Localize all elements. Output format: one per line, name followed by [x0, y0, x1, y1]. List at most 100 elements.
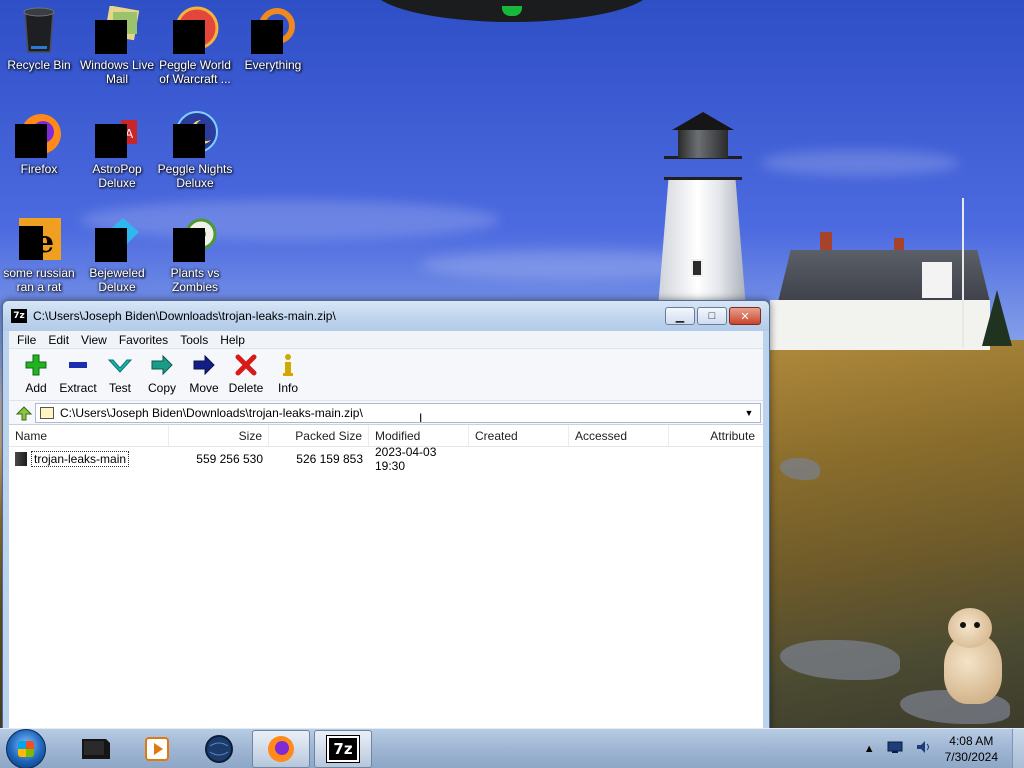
row-modified: 2023-04-03 19:30 [375, 445, 437, 473]
delete-button-label: Delete [228, 381, 264, 395]
up-arrow-icon [15, 405, 32, 420]
network-icon[interactable] [887, 740, 903, 757]
globe-icon [205, 734, 233, 763]
row-packed-size: 526 159 853 [296, 452, 363, 466]
monitor-icon [82, 738, 110, 759]
file-list-header: Name Size Packed Size Modified Created A… [9, 425, 763, 447]
info-button[interactable]: Info [267, 353, 309, 395]
mail-icon [93, 5, 141, 54]
copy-button[interactable]: Copy [141, 353, 183, 395]
desktop-icon-plants-vs-zombies[interactable]: Plants vs Zombies [156, 214, 234, 294]
system-clock[interactable]: 4:08 AM 7/30/2024 [945, 733, 998, 765]
taskbar-app-firefox[interactable] [252, 729, 310, 768]
7zip-icon: 7z [326, 734, 360, 763]
media-player-icon [145, 736, 169, 761]
column-header-name[interactable]: Name [9, 425, 169, 446]
row-name[interactable]: trojan-leaks-main [31, 450, 130, 467]
add-button-label: Add [25, 381, 47, 395]
7zip-window[interactable]: 7z C:\Users\Joseph Biden\Downloads\troja… [2, 300, 770, 732]
menu-view[interactable]: View [75, 333, 113, 347]
peggle-wow-icon [171, 6, 219, 54]
row-size: 559 256 530 [196, 452, 263, 466]
desktop-icon-everything[interactable]: Everything [234, 6, 312, 72]
column-header-modified[interactable]: Modified [369, 425, 469, 446]
volume-icon[interactable] [915, 739, 931, 758]
move-button-label: Move [189, 381, 219, 395]
column-header-packed-size[interactable]: Packed Size [269, 425, 369, 446]
move-button[interactable]: Move [183, 353, 225, 395]
desktop-icon-label: Peggle Nights Deluxe [157, 162, 233, 190]
desktop-icon-label: Everything [244, 58, 302, 72]
peggle-nights-icon [171, 110, 219, 158]
info-button-label: Info [277, 381, 298, 395]
show-desktop-button[interactable] [1012, 728, 1024, 768]
menu-tools[interactable]: Tools [174, 333, 214, 347]
text-cursor-icon: I [419, 411, 423, 425]
up-folder-button[interactable] [11, 402, 35, 424]
desktop-icon-windows-live-mail[interactable]: Windows Live Mail [78, 5, 156, 86]
window-titlebar[interactable]: 7z C:\Users\Joseph Biden\Downloads\troja… [3, 301, 769, 331]
desktop-icon-russian-rat[interactable]: e some russian ran a rat [0, 214, 78, 294]
desktop-icon-label: some russian ran a rat [3, 266, 75, 294]
clock-time: 4:08 AM [949, 733, 994, 748]
copy-arrow-icon [141, 353, 183, 377]
chevron-down-icon[interactable]: ▼ [742, 408, 756, 418]
plants-vs-zombies-icon [171, 214, 219, 262]
house [778, 250, 990, 302]
column-header-attribute[interactable]: Attribute [669, 425, 761, 446]
column-header-accessed[interactable]: Accessed [569, 425, 669, 446]
menu-bar: File Edit View Favorites Tools Help [9, 331, 763, 349]
desktop-icon-label: Peggle World of Warcraft ... [159, 58, 231, 86]
maximize-button[interactable]: □ [697, 307, 727, 325]
delete-button[interactable]: Delete [225, 353, 267, 395]
taskbar-app-globe[interactable] [190, 730, 248, 768]
menu-favorites[interactable]: Favorites [113, 333, 174, 347]
desktop-icon-label: Windows Live Mail [79, 58, 155, 86]
start-button[interactable] [6, 728, 46, 768]
column-header-created[interactable]: Created [469, 425, 569, 446]
close-button[interactable]: ✕ [729, 307, 761, 325]
show-hidden-icons-chevron-icon[interactable]: ▲ [864, 743, 875, 755]
extract-button[interactable]: Extract [57, 353, 99, 395]
menu-edit[interactable]: Edit [42, 333, 75, 347]
zip-archive-icon [40, 406, 54, 419]
recycle-bin-icon [15, 6, 63, 54]
desktop-icon-peggle-nights[interactable]: Peggle Nights Deluxe [156, 110, 234, 190]
firefox-icon [268, 735, 294, 762]
taskbar-app-7zip[interactable]: 7z [314, 729, 372, 768]
check-icon [99, 353, 141, 377]
7zip-app-icon: 7z [11, 309, 27, 323]
info-icon [267, 353, 309, 377]
taskbar-app-media-player[interactable] [128, 730, 186, 768]
desktop-icon-peggle-wow[interactable]: Peggle World of Warcraft ... [156, 6, 234, 86]
desktop-icon-recycle-bin[interactable]: Recycle Bin [0, 6, 78, 72]
window-title: C:\Users\Joseph Biden\Downloads\trojan-l… [33, 309, 336, 323]
desktop-icon-bejeweled[interactable]: Bejeweled Deluxe [78, 214, 156, 294]
everything-icon [249, 6, 297, 54]
test-button[interactable]: Test [99, 353, 141, 395]
desktop-icon-label: Recycle Bin [7, 58, 71, 72]
astropop-icon: A [93, 110, 141, 158]
lighthouse [658, 178, 746, 308]
extract-button-label: Extract [59, 381, 97, 395]
minimize-button[interactable]: ▁ [665, 307, 695, 325]
add-button[interactable]: Add [15, 353, 57, 395]
address-field[interactable]: C:\Users\Joseph Biden\Downloads\trojan-l… [35, 402, 761, 423]
address-bar: C:\Users\Joseph Biden\Downloads\trojan-l… [9, 401, 763, 425]
hamster-desktop-pet[interactable] [938, 608, 1004, 704]
menu-file[interactable]: File [11, 333, 42, 347]
menu-help[interactable]: Help [214, 333, 251, 347]
desktop-icon-firefox[interactable]: Firefox [0, 110, 78, 176]
desktop-icon-astropop[interactable]: A AstroPop Deluxe [78, 110, 156, 190]
test-button-label: Test [108, 381, 131, 395]
table-row[interactable]: trojan-leaks-main 559 256 530 526 159 85… [9, 445, 763, 473]
taskbar: 7z ▲ 4:08 AM 7/30/2024 [0, 728, 1024, 768]
clock-date: 7/30/2024 [944, 749, 998, 764]
column-header-size[interactable]: Size [169, 425, 269, 446]
move-arrow-icon [183, 353, 225, 377]
plus-icon [15, 353, 57, 377]
folder-icon [15, 452, 27, 467]
desktop-icon-label: Plants vs Zombies [170, 266, 220, 294]
taskbar-app-monitor[interactable] [66, 730, 124, 768]
desktop-icon-label: AstroPop Deluxe [92, 162, 142, 190]
